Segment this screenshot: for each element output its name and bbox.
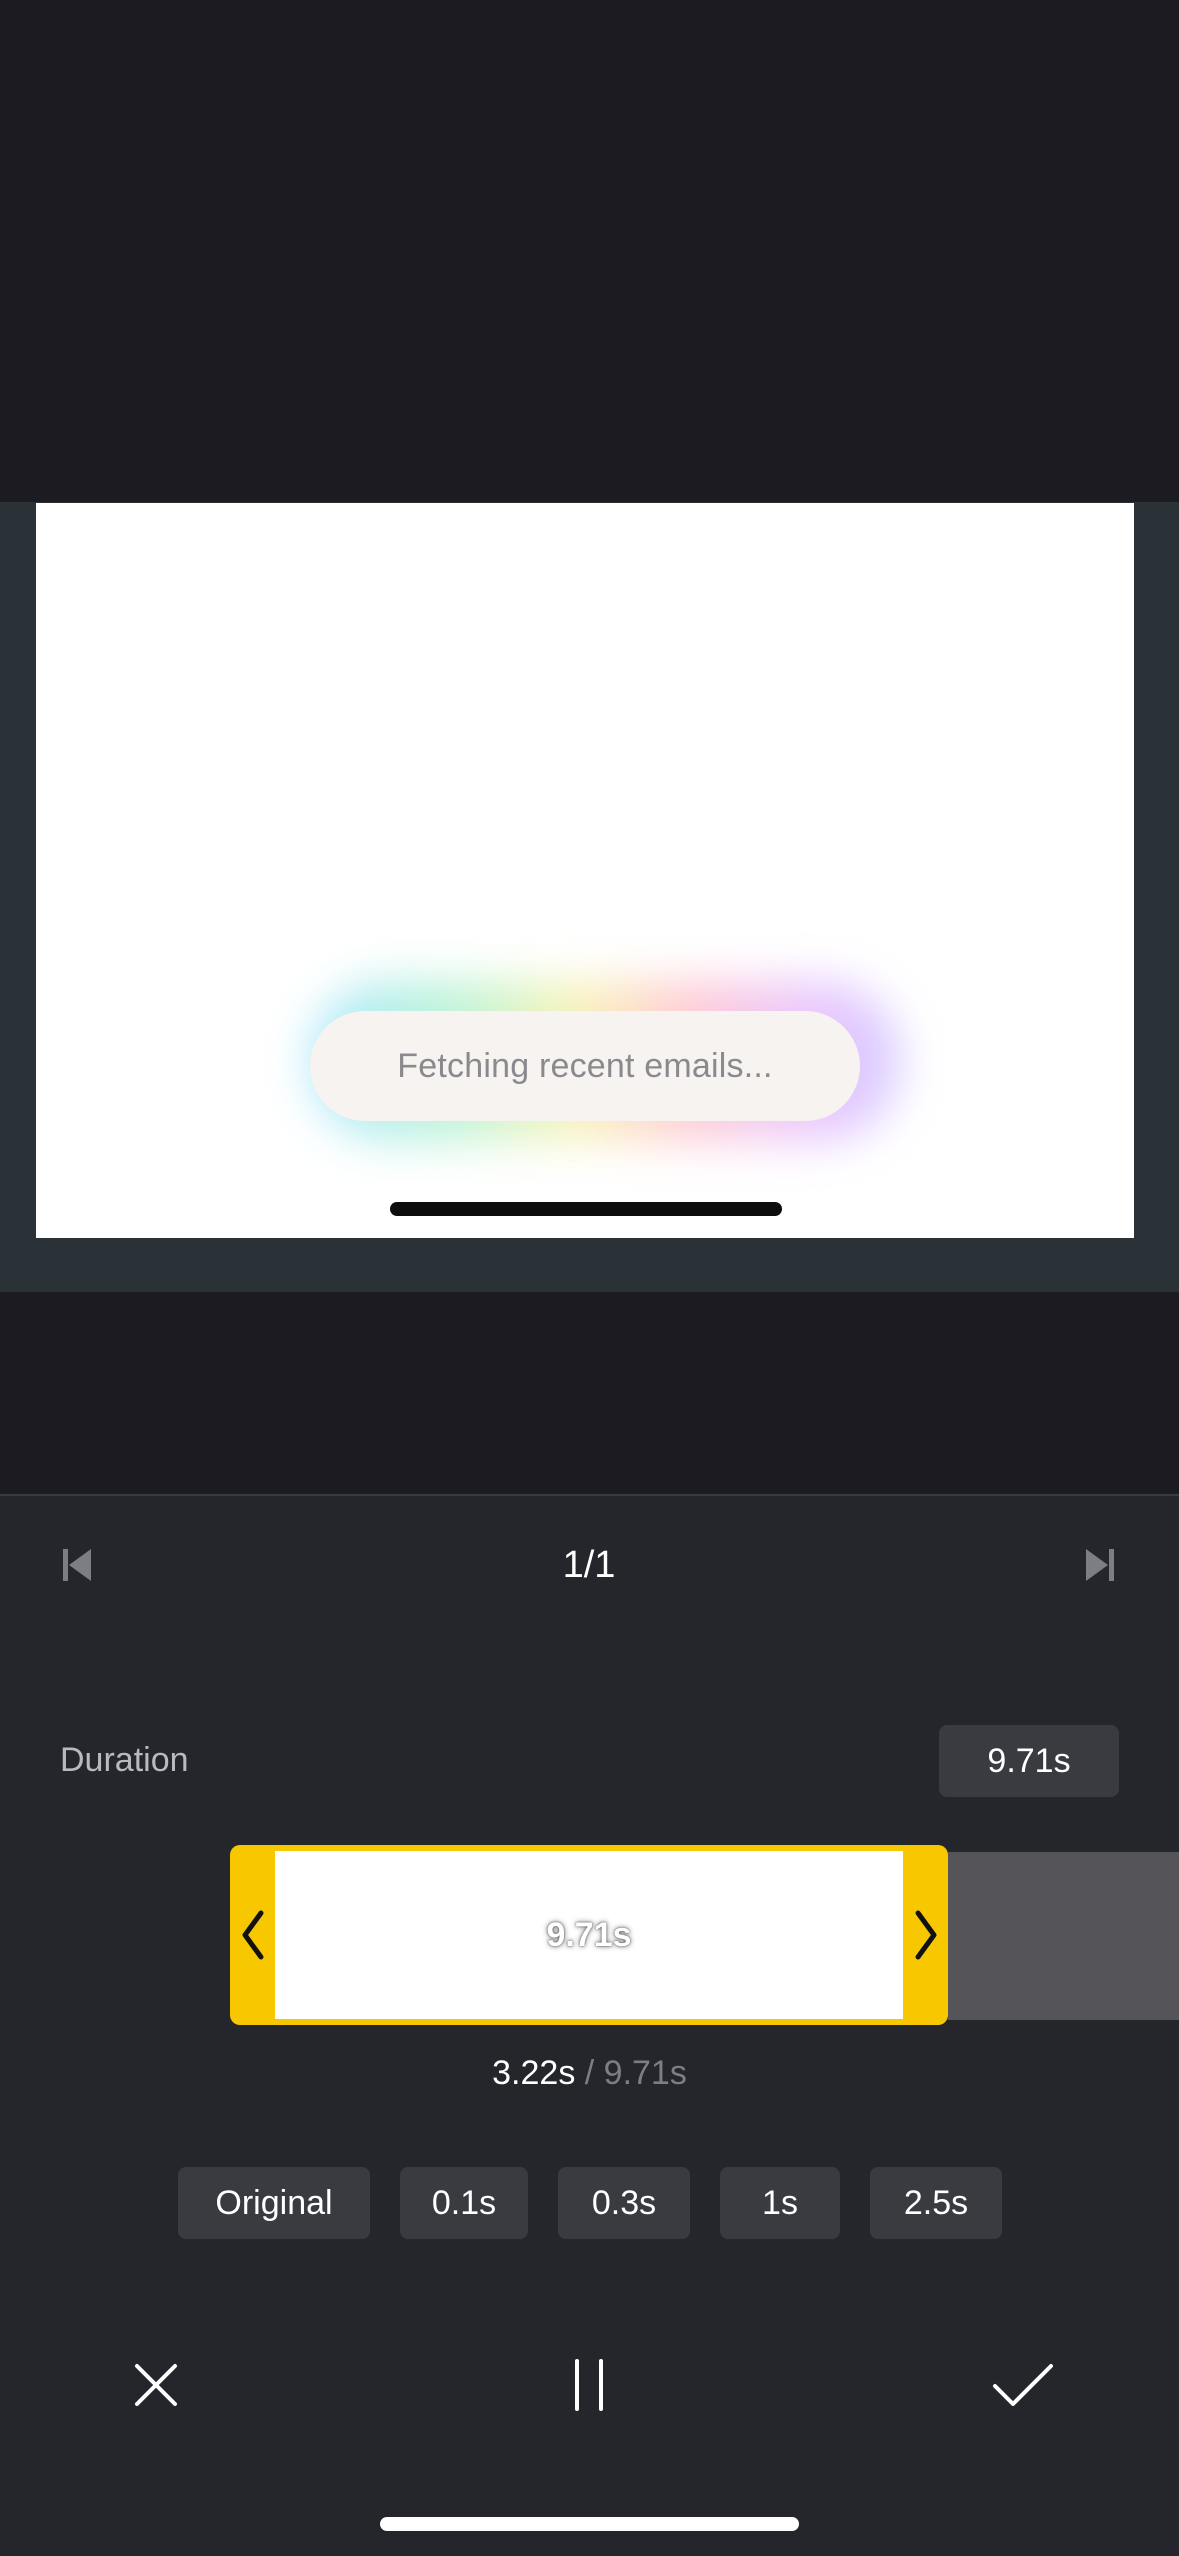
duration-value-button[interactable]: 9.71s [939,1725,1119,1797]
page-navigation: 1/1 [0,1520,1179,1610]
duration-label: Duration [60,1741,189,1779]
preset-0.3s-button[interactable]: 0.3s [558,2167,690,2239]
toast-text: Fetching recent emails... [397,1046,773,1085]
chevron-right-icon [915,1910,936,1960]
current-time: 3.22s [492,2054,576,2092]
clip-duration-label: 9.71s [546,1915,632,1954]
home-indicator[interactable] [380,2517,799,2531]
preview-home-indicator [390,1202,782,1216]
trim-handle-left[interactable] [230,1845,275,2025]
preset-original-button[interactable]: Original [178,2167,370,2239]
preset-1s-button[interactable]: 1s [720,2167,840,2239]
skip-next-icon [1086,1549,1114,1581]
cancel-button[interactable] [111,2340,201,2430]
chevron-left-icon [242,1910,263,1960]
close-icon [135,2364,177,2406]
checkmark-icon [993,2364,1053,2406]
previous-button[interactable] [32,1520,122,1610]
pause-button[interactable] [544,2340,634,2430]
total-time: / 9.71s [575,2054,687,2092]
pause-icon [575,2359,603,2411]
preset-2.5s-button[interactable]: 2.5s [870,2167,1002,2239]
preset-0.1s-button[interactable]: 0.1s [400,2167,528,2239]
duration-presets: Original 0.1s 0.3s 1s 2.5s [178,2167,1002,2239]
next-button[interactable] [1055,1520,1145,1610]
action-bar [0,2340,1179,2430]
video-preview: Fetching recent emails... [36,503,1134,1238]
clip-thumbnail: 9.71s [275,1851,903,2019]
confirm-button[interactable] [978,2340,1068,2430]
page-indicator: 1/1 [562,1544,616,1586]
timeline-clip[interactable]: 9.71s [230,1845,948,2025]
status-toast: Fetching recent emails... [310,1011,860,1121]
trim-handle-right[interactable] [903,1845,948,2025]
time-readout: 3.22s / 9.71s [0,2050,1179,2096]
timeline-track [948,1852,1179,2020]
skip-previous-icon [63,1549,91,1581]
